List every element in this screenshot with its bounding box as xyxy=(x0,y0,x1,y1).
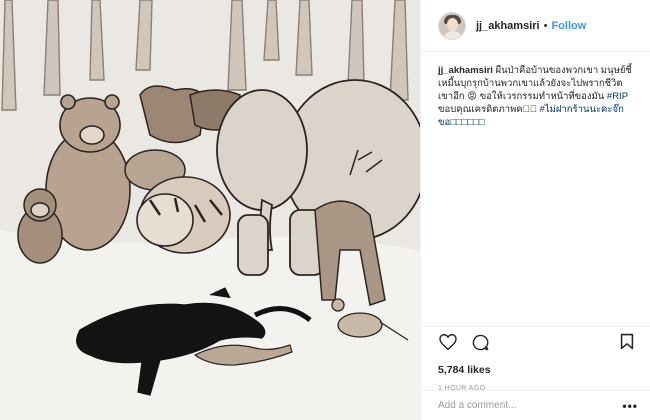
more-options-icon[interactable]: ••• xyxy=(622,399,638,413)
heart-icon[interactable] xyxy=(438,332,458,352)
caption-username[interactable]: jj_akhamsiri xyxy=(438,65,493,76)
caption: jj_akhamsiri ผืนป่าคือบ้านของพวกเขา มนุษ… xyxy=(421,52,649,129)
avatar[interactable] xyxy=(438,11,466,40)
action-section: 5,784 likes 1 HOUR AGO xyxy=(421,326,650,392)
follow-button[interactable]: Follow xyxy=(551,20,586,32)
username[interactable]: jj_akhamsiri xyxy=(476,20,540,32)
post-header: jj_akhamsiri • Follow xyxy=(421,0,650,52)
post-image[interactable] xyxy=(0,0,420,420)
comment-icon[interactable] xyxy=(470,332,490,352)
like-count[interactable]: 5,784 likes xyxy=(438,364,650,376)
comment-bar: ••• xyxy=(421,390,650,420)
post-sidebar: jj_akhamsiri • Follow jj_akhamsiri ผืนป่… xyxy=(420,0,650,420)
comment-input[interactable] xyxy=(438,400,608,411)
caption-text-2: ขอบคุณเครดิตภาพคะ🏻 xyxy=(438,104,540,115)
hashtag-rip[interactable]: #RIP xyxy=(607,91,628,102)
instagram-post: jj_akhamsiri • Follow jj_akhamsiri ผืนป่… xyxy=(0,0,650,420)
separator-dot: • xyxy=(543,19,548,32)
bookmark-icon[interactable] xyxy=(620,333,638,351)
action-bar xyxy=(438,327,650,357)
illustration xyxy=(0,0,420,420)
